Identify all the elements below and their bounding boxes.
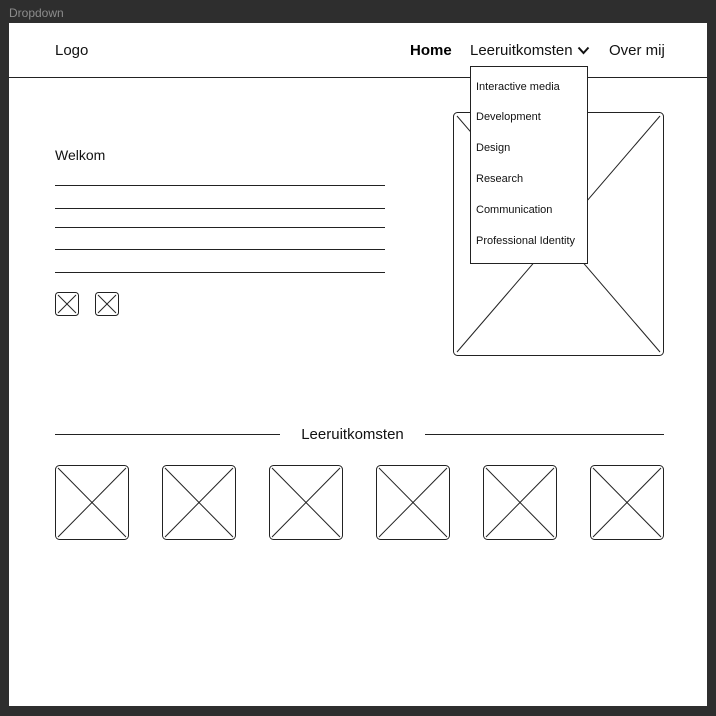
logo[interactable]: Logo	[55, 42, 88, 59]
wireframe-frame: Logo Home Leeruitkomsten Over mij Welkom…	[9, 23, 707, 706]
text-line-placeholder	[55, 249, 385, 250]
leeruitkomst-card-image[interactable]	[590, 465, 664, 540]
nav-home-link[interactable]: Home	[410, 42, 452, 59]
nav-over-mij-link[interactable]: Over mij	[609, 42, 665, 59]
section-divider-right	[425, 434, 664, 435]
dropdown-item-research[interactable]: Research	[476, 173, 523, 185]
dropdown-item-communication[interactable]: Communication	[476, 204, 552, 216]
nav-divider	[9, 77, 707, 78]
leeruitkomst-card-image[interactable]	[55, 465, 129, 540]
chevron-down-icon	[577, 46, 589, 55]
dropdown-item-design[interactable]: Design	[476, 142, 510, 154]
leeruitkomst-card-image[interactable]	[376, 465, 450, 540]
dropdown-item-development[interactable]: Development	[476, 111, 541, 123]
text-line-placeholder	[55, 185, 385, 186]
nav-dropdown-label: Leeruitkomsten	[470, 42, 573, 59]
text-line-placeholder	[55, 272, 385, 273]
leeruitkomsten-dropdown-menu: Interactive media Development Design Res…	[470, 66, 588, 264]
section-title: Leeruitkomsten	[301, 426, 404, 443]
frame-label: Dropdown	[9, 6, 64, 20]
leeruitkomst-card-image[interactable]	[269, 465, 343, 540]
image-placeholder-icon[interactable]	[55, 292, 79, 316]
nav-leeruitkomsten-dropdown[interactable]: Leeruitkomsten	[470, 42, 590, 59]
text-line-placeholder	[55, 227, 385, 228]
image-placeholder-icon[interactable]	[95, 292, 119, 316]
dropdown-item-professional-identity[interactable]: Professional Identity	[476, 235, 575, 247]
leeruitkomst-card-image[interactable]	[483, 465, 557, 540]
section-divider-left	[55, 434, 280, 435]
dropdown-item-interactive-media[interactable]: Interactive media	[476, 81, 560, 93]
leeruitkomst-card-image[interactable]	[162, 465, 236, 540]
text-line-placeholder	[55, 208, 385, 209]
hero-title: Welkom	[55, 147, 106, 163]
